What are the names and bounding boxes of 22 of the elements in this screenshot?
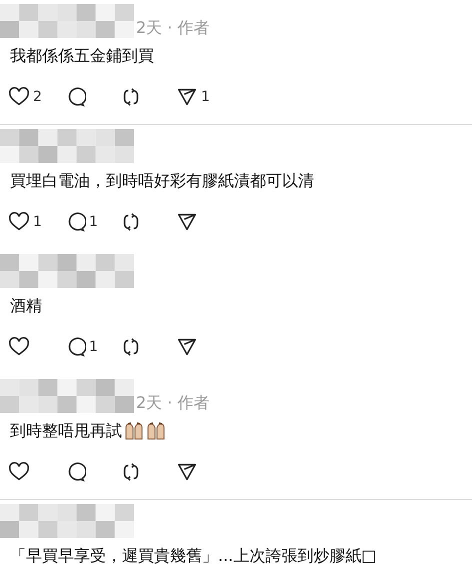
- paper-plane-icon: [176, 211, 198, 233]
- raised-hands-icon: [146, 421, 166, 441]
- raised-hands-icon: [124, 421, 144, 441]
- like-button[interactable]: 1: [8, 211, 64, 233]
- post-text: 酒精: [10, 295, 42, 317]
- post-meta: 2天 · 作者: [136, 393, 210, 413]
- share-button[interactable]: 1: [176, 86, 232, 108]
- post-text: 我都係係五金鋪到買: [10, 45, 154, 67]
- paper-plane-icon: [176, 336, 198, 358]
- heart-icon: [8, 461, 30, 483]
- paper-plane-icon: [176, 461, 198, 483]
- post-text: 買埋白電油，到時唔好彩有膠紙漬都可以清: [10, 170, 314, 192]
- heart-icon: [8, 336, 30, 358]
- post-text: 到時整唔甩再試: [10, 420, 122, 442]
- heart-icon: [8, 211, 30, 233]
- post-text: 「早買早享受，遲買貴幾舊」...上次誇張到炒膠紙□: [10, 545, 376, 567]
- reply-button[interactable]: 1: [64, 336, 120, 358]
- heart-icon: [8, 86, 30, 108]
- paper-plane-icon: [176, 86, 198, 108]
- reply-button[interactable]: 1: [64, 211, 120, 233]
- post-meta: 2天 · 作者: [136, 18, 210, 38]
- like-button[interactable]: 2: [8, 86, 64, 108]
